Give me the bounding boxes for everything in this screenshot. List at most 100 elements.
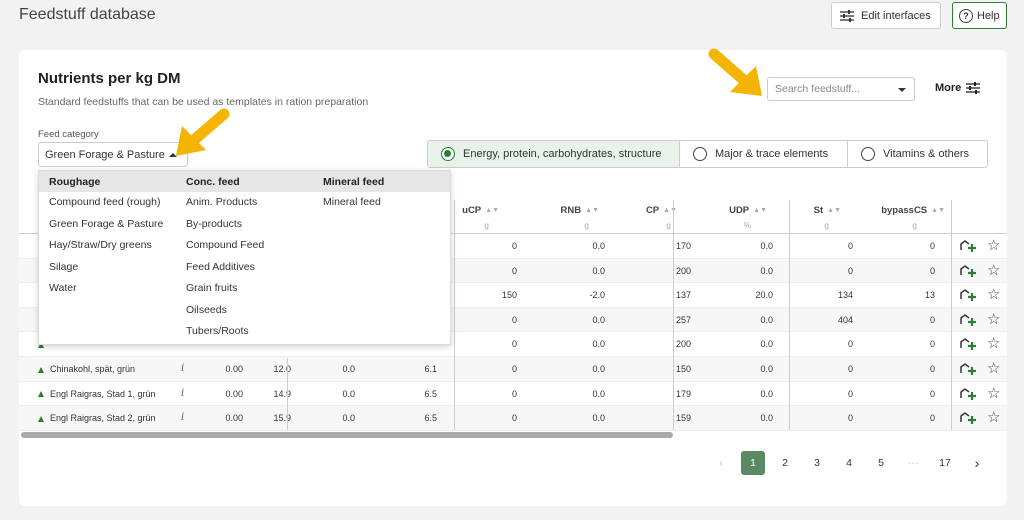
col-header-st[interactable]: St ▲▼ (799, 205, 841, 216)
dropdown-option[interactable]: By-products (186, 214, 316, 236)
cell-udp: 0.0 (760, 241, 773, 251)
col-unit: g (584, 220, 589, 230)
cell-bypasscs: 0 (929, 241, 935, 251)
dropdown-option[interactable]: Oilseeds (186, 300, 316, 322)
search-feedstuff-input[interactable]: Search feedstuff... (767, 77, 915, 101)
dropdown-option[interactable]: Silage (49, 257, 179, 279)
dropdown-group-title: Roughage (49, 176, 101, 188)
more-button[interactable]: More (935, 82, 981, 94)
dropdown-option[interactable]: Mineral feed (323, 192, 443, 214)
cell-st: 134 (837, 290, 853, 301)
radio-vitamins[interactable]: Vitamins & others (848, 141, 987, 167)
dropdown-option[interactable]: Compound Feed (186, 235, 316, 257)
cell-udp: 0.0 (760, 314, 773, 325)
add-to-ration-icon[interactable] (959, 286, 977, 304)
dropdown-option[interactable]: Compound feed (rough) (49, 192, 179, 214)
cell-bypasscs: 0 (929, 364, 935, 374)
page-button[interactable]: 4 (833, 451, 865, 475)
dropdown-option[interactable]: Water (49, 278, 179, 300)
table-row[interactable]: Engl Raigras, Stad 1, grün i 0.00 14.9 0.0 6.… (19, 382, 1007, 407)
add-to-ration-icon[interactable] (959, 409, 977, 427)
dropdown-option[interactable]: Green Forage & Pasture (49, 214, 179, 236)
help-button[interactable]: ? Help (952, 2, 1007, 29)
col-header-ucp[interactable]: uCP ▲▼ (459, 205, 499, 216)
star-icon[interactable]: ☆ (987, 410, 1000, 425)
expand-icon[interactable] (38, 415, 44, 422)
dropdown-option[interactable]: Hay/Straw/Dry greens (49, 235, 179, 257)
add-to-ration-icon[interactable] (959, 385, 977, 403)
cell-st: 0 (847, 339, 853, 350)
info-icon[interactable]: i (181, 412, 184, 423)
dropdown-column-conc-feed: Conc. feed Anim. Products By-products Co… (186, 171, 316, 343)
add-to-ration-icon[interactable] (959, 311, 977, 329)
cell-rnb: -2.0 (589, 290, 605, 301)
help-label: Help (977, 9, 1000, 22)
edit-interfaces-label: Edit interfaces (861, 9, 931, 22)
add-to-ration-icon[interactable] (959, 335, 977, 353)
cell-ucp: 0 (511, 413, 517, 424)
column-divider (287, 358, 288, 430)
col-header-rnb[interactable]: RNB ▲▼ (553, 205, 599, 216)
expand-icon[interactable] (38, 391, 44, 398)
edit-interfaces-button[interactable]: Edit interfaces (831, 2, 941, 29)
column-divider (673, 200, 674, 430)
star-icon[interactable]: ☆ (987, 287, 1000, 302)
page-button[interactable]: 5 (865, 451, 897, 475)
info-icon[interactable]: i (181, 363, 184, 374)
page-button[interactable]: 3 (801, 451, 833, 475)
col-header-udp[interactable]: UDP ▲▼ (709, 205, 767, 216)
star-icon[interactable]: ☆ (987, 361, 1000, 376)
table-row[interactable]: Chinakohl, spät, grün i 0.00 12.0 0.0 6.1 0 0.0… (19, 357, 1007, 382)
dropdown-option[interactable]: Tubers/Roots (186, 321, 316, 343)
radio-major-trace[interactable]: Major & trace elements (680, 141, 848, 167)
star-icon[interactable]: ☆ (987, 336, 1000, 351)
cell-value: 6.1 (424, 364, 437, 374)
cell-value: 0.00 (225, 388, 243, 399)
cell-value: 6.5 (424, 413, 437, 424)
arrow-annotation-search (708, 48, 762, 96)
col-header-cp[interactable]: CP ▲▼ (629, 205, 677, 216)
cell-cp: 200 (675, 339, 691, 350)
col-header-bypasscs[interactable]: bypassCS ▲▼ (869, 205, 945, 216)
cell-ucp: 0 (511, 388, 517, 399)
view-options: Energy, protein, carbohydrates, structur… (427, 140, 988, 168)
table-row[interactable]: Engl Raigras, Stad 2, grün i 0.00 15.9 0.0 6.… (19, 406, 1007, 431)
radio-label: Energy, protein, carbohydrates, structur… (463, 148, 662, 160)
next-page-icon[interactable]: › (961, 451, 993, 475)
cell-st: 0 (847, 265, 853, 276)
expand-icon[interactable] (38, 366, 44, 373)
dropdown-option[interactable]: Feed Additives (186, 257, 316, 279)
column-divider (951, 200, 952, 430)
prev-page-icon[interactable]: ‹ (705, 451, 737, 475)
cell-rnb: 0.0 (592, 364, 605, 374)
star-icon[interactable]: ☆ (987, 312, 1000, 327)
add-to-ration-icon[interactable] (959, 237, 977, 255)
scrollbar-thumb[interactable] (21, 432, 673, 438)
star-icon[interactable]: ☆ (987, 238, 1000, 253)
dropdown-option[interactable]: Anim. Products (186, 192, 316, 214)
feed-name: Engl Raigras, Stad 2, grün (38, 413, 156, 423)
cell-ucp: 0 (511, 339, 517, 350)
add-to-ration-icon[interactable] (959, 262, 977, 280)
page-ellipsis[interactable]: ··· (897, 451, 929, 475)
page-button[interactable]: 17 (929, 451, 961, 475)
page-button[interactable]: 2 (769, 451, 801, 475)
cell-ucp: 0 (511, 314, 517, 325)
card-title: Nutrients per kg DM (38, 70, 181, 87)
cell-ucp: 0 (511, 241, 517, 251)
star-icon[interactable]: ☆ (987, 386, 1000, 401)
star-icon[interactable]: ☆ (987, 263, 1000, 278)
add-to-ration-icon[interactable] (959, 360, 977, 378)
cell-rnb: 0.0 (592, 413, 605, 424)
cell-st: 0 (847, 388, 853, 399)
radio-label: Vitamins & others (883, 148, 970, 160)
cell-cp: 159 (675, 413, 691, 424)
info-icon[interactable]: i (181, 388, 184, 399)
cell-rnb: 0.0 (592, 265, 605, 276)
feed-name: Chinakohl, spät, grün (38, 364, 135, 374)
feed-category-select[interactable]: Green Forage & Pasture (38, 142, 188, 167)
page-button[interactable]: 1 (741, 451, 765, 475)
dropdown-option[interactable]: Grain fruits (186, 278, 316, 300)
radio-energy-protein[interactable]: Energy, protein, carbohydrates, structur… (428, 141, 680, 167)
arrow-annotation-category (176, 108, 230, 156)
